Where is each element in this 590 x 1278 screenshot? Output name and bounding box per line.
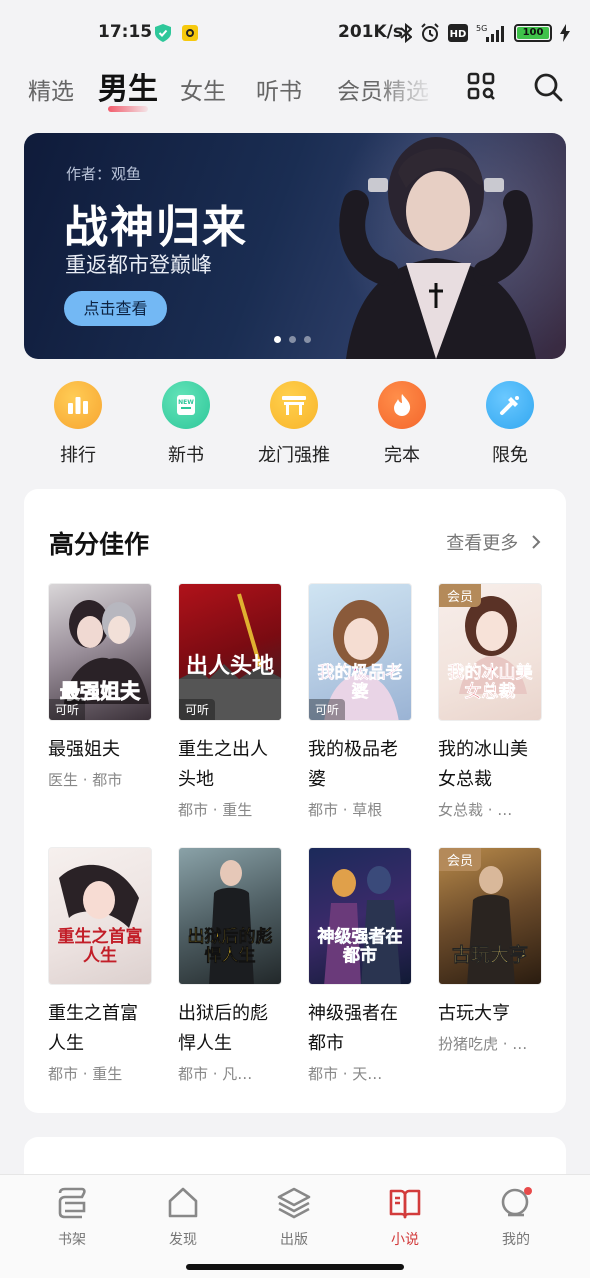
tab-vip-selection[interactable]: 会员精选: [337, 72, 429, 106]
book-tags: 扮猪吃虎 · …: [438, 1035, 528, 1053]
book-cover: 我的冰山美女总裁 会员: [438, 583, 542, 721]
book-item[interactable]: 神级强者在都市 神级强者在都市 都市 · 天…: [308, 847, 418, 1084]
vip-badge: 会员: [439, 584, 482, 607]
bookshelf-icon: [58, 1187, 86, 1219]
banner-character-illustration: [339, 137, 536, 359]
book-tags: 都市 · 重生: [48, 1065, 123, 1083]
banner-subtitle: 重返都市登巅峰: [65, 253, 212, 277]
category-free[interactable]: 限免: [456, 381, 564, 467]
svg-text:NEW: NEW: [178, 399, 194, 406]
home-icon: [168, 1187, 198, 1218]
notification-app-icon: [182, 25, 198, 41]
category-new-books[interactable]: NEW 新书: [132, 381, 240, 467]
book-title: 我的冰山美女总裁: [438, 739, 528, 790]
nav-discover[interactable]: 发现: [143, 1185, 223, 1249]
nav-publish[interactable]: 出版: [254, 1185, 334, 1249]
category-grid-icon[interactable]: [467, 72, 495, 100]
book-title: 古玩大亨: [438, 1003, 510, 1024]
book-item[interactable]: 我的极品老婆 可听 我的极品老婆 都市 · 草根: [308, 583, 418, 820]
promo-banner[interactable]: 作者：观鱼 战神归来 重返都市登巅峰 点击查看: [24, 133, 566, 359]
book-item[interactable]: 出狱后的彪悍人生 出狱后的彪悍人生 都市 · 凡…: [178, 847, 288, 1084]
svg-text:5G: 5G: [476, 24, 487, 33]
carousel-indicator: [274, 336, 311, 343]
nav-novel[interactable]: 小说: [365, 1185, 445, 1249]
book-title: 重生之出人头地: [178, 739, 268, 790]
bluetooth-icon: [400, 23, 412, 43]
view-more-link[interactable]: 查看更多: [446, 529, 542, 555]
tab-female[interactable]: 女生: [180, 72, 226, 106]
gate-icon: [270, 381, 318, 429]
book-item[interactable]: 重生之首富人生 重生之首富人生 都市 · 重生: [48, 847, 158, 1084]
category-shortcuts: 排行 NEW 新书 龙门强推 完本 限免: [0, 381, 590, 471]
book-cover: 最强姐夫 可听: [48, 583, 152, 721]
book-title: 出狱后的彪悍人生: [178, 1003, 268, 1054]
nav-profile[interactable]: 我的: [476, 1185, 556, 1249]
category-ranking[interactable]: 排行: [24, 381, 132, 467]
category-completed[interactable]: 完本: [348, 381, 456, 467]
open-book-icon: [389, 1189, 421, 1219]
section-title: 高分佳作: [49, 530, 150, 559]
home-indicator[interactable]: [186, 1264, 404, 1270]
listenable-badge: 可听: [179, 699, 216, 720]
layers-icon: [277, 1187, 311, 1219]
book-item[interactable]: 我的冰山美女总裁 会员 我的冰山美女总裁 女总裁 · …: [438, 583, 548, 820]
chevron-right-icon: [532, 535, 541, 549]
book-item[interactable]: 最强姐夫 可听 最强姐夫 医生 · 都市: [48, 583, 158, 790]
status-bar: 17:15 201K/s HD 5G 100: [0, 0, 590, 64]
new-book-icon: NEW: [162, 381, 210, 429]
svg-text:HD: HD: [450, 29, 467, 40]
vip-badge: 会员: [439, 848, 482, 871]
fire-icon: [378, 381, 426, 429]
tab-featured[interactable]: 精选: [28, 72, 74, 106]
hd-icon: HD: [448, 24, 468, 42]
book-title: 神级强者在都市: [308, 1003, 398, 1054]
book-item[interactable]: 出人头地 可听 重生之出人头地 都市 · 重生: [178, 583, 288, 820]
carousel-dot: [289, 336, 296, 343]
top-tabs: 精选 男生 女生 听书 会员精选: [0, 64, 590, 114]
charging-icon: [560, 24, 570, 42]
book-tags: 都市 · 天…: [308, 1065, 383, 1083]
book-cover: 神级强者在都市: [308, 847, 412, 985]
nav-bookshelf[interactable]: 书架: [32, 1185, 112, 1249]
book-cover: 重生之首富人生: [48, 847, 152, 985]
search-icon[interactable]: [533, 72, 563, 102]
banner-author: 作者：观鱼: [66, 165, 142, 183]
book-tags: 都市 · 草根: [308, 801, 383, 819]
book-cover: 出人头地 可听: [178, 583, 282, 721]
book-title: 重生之首富人生: [48, 1003, 138, 1054]
category-longmen-recommend[interactable]: 龙门强推: [240, 381, 348, 467]
bottom-navigation: 书架 发现 出版 小说 我的: [0, 1174, 590, 1278]
alarm-icon: [421, 23, 439, 42]
free-tag-icon: [486, 381, 534, 429]
battery-icon: 100: [514, 24, 552, 42]
book-item[interactable]: 古玩大亨 会员 古玩大亨 扮猪吃虎 · …: [438, 847, 548, 1054]
active-tab-indicator: [108, 106, 148, 112]
book-title: 我的极品老婆: [308, 739, 398, 790]
book-tags: 医生 · 都市: [48, 771, 123, 789]
profile-icon: [501, 1187, 532, 1217]
carousel-dot: [304, 336, 311, 343]
ranking-icon: [54, 381, 102, 429]
listenable-badge: 可听: [49, 699, 86, 720]
high-score-section: 高分佳作 查看更多 最强姐夫 可听 最强姐夫 医生 · 都市 出人头地 可听 重…: [24, 489, 566, 1113]
banner-view-button[interactable]: 点击查看: [64, 291, 167, 326]
book-cover: 出狱后的彪悍人生: [178, 847, 282, 985]
banner-title: 战神归来: [64, 202, 248, 253]
book-tags: 女总裁 · …: [438, 801, 513, 819]
book-cover: 古玩大亨 会员: [438, 847, 542, 985]
shield-icon: [155, 24, 171, 42]
network-speed: 201K/s: [338, 22, 403, 42]
signal-icon: 5G: [476, 24, 504, 42]
book-title: 最强姐夫: [48, 739, 120, 760]
book-tags: 都市 · 凡…: [178, 1065, 253, 1083]
book-cover: 我的极品老婆 可听: [308, 583, 412, 721]
tab-audiobook[interactable]: 听书: [256, 72, 302, 106]
book-tags: 都市 · 重生: [178, 801, 253, 819]
carousel-dot: [274, 336, 281, 343]
listenable-badge: 可听: [309, 699, 346, 720]
notification-dot: [524, 1187, 532, 1195]
tab-male[interactable]: 男生: [98, 64, 158, 112]
status-time: 17:15: [98, 22, 153, 42]
